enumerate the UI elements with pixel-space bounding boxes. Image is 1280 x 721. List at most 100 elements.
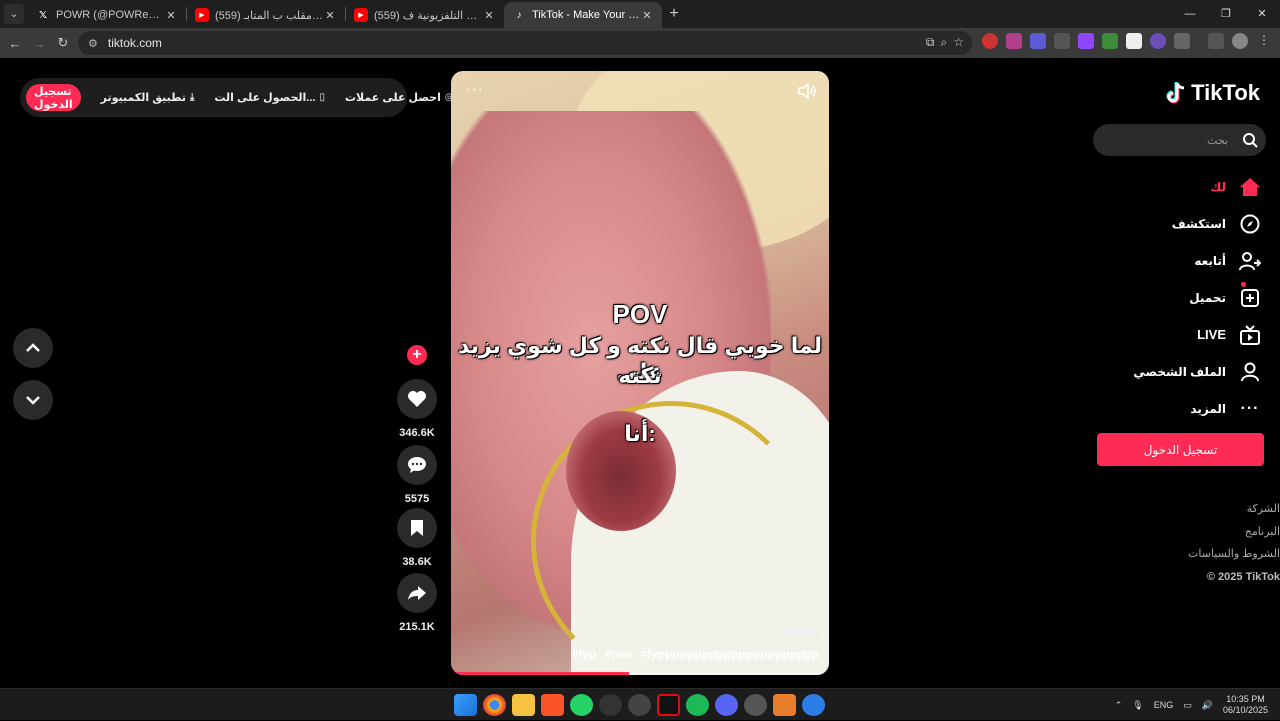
browser-menu-icon[interactable]: ⋮ — [1256, 33, 1272, 49]
volume-icon[interactable] — [797, 83, 817, 99]
sidebar-item-explore[interactable]: استكشف — [1112, 205, 1262, 242]
close-tab-icon[interactable]: ✕ — [482, 9, 496, 22]
reload-button[interactable]: ↻ — [51, 35, 75, 51]
netflix-icon[interactable] — [657, 694, 680, 716]
extension-icon[interactable] — [1006, 33, 1022, 49]
back-button[interactable]: ← — [3, 36, 27, 51]
save-count: 38.6K — [402, 556, 432, 568]
spotify-icon[interactable] — [686, 694, 709, 716]
zoom-icon[interactable]: ⌕ — [941, 35, 948, 50]
os-taskbar: ⌃ 🎙 ENG ▭ 🔊 10:35 PM 06/10/2025 — [0, 688, 1280, 720]
previous-video-button[interactable] — [13, 328, 53, 368]
sidebar-item-following[interactable]: أتابعه — [1112, 242, 1262, 279]
tab-tiktok[interactable]: ♪ TikTok - Make Your Day ✕ — [504, 2, 662, 28]
sidebar-item-more[interactable]: المزيد ··· — [1112, 390, 1262, 427]
share-button[interactable] — [397, 573, 437, 613]
close-tab-icon[interactable]: ✕ — [323, 9, 337, 22]
get-app-link[interactable]: الحصول على الت... ▯ — [214, 91, 325, 104]
comment-button[interactable] — [397, 445, 437, 485]
taskbar-apps — [454, 694, 825, 716]
tab-title: (559) مقلب المقابلة التلفزيونية ف — [374, 9, 482, 22]
system-tray: ⌃ 🎙 ENG ▭ 🔊 10:35 PM 06/10/2025 — [1115, 689, 1268, 721]
extension-icon[interactable] — [1078, 33, 1094, 49]
site-info-icon[interactable]: ⚙ — [88, 37, 98, 50]
video-player[interactable]: ··· POV لما خويي قال نكته و كل شوي يزيد … — [451, 71, 829, 675]
windows-start-icon[interactable] — [454, 694, 477, 716]
follow-plus-button[interactable]: + — [407, 345, 427, 365]
forward-button[interactable]: → — [27, 36, 51, 51]
tab-powr[interactable]: 𝕏 POWR (@POWReSports) / X ✕ — [28, 2, 186, 28]
sidebar-item-upload[interactable]: تحميل — [1112, 279, 1262, 316]
coins-link[interactable]: احصل على عملات ◎ — [345, 91, 454, 104]
desktop-app-label: تطبيق الكمبيوتر — [100, 92, 186, 104]
sidebar-item-label: استكشف — [1171, 216, 1226, 231]
app-icon[interactable] — [744, 694, 767, 716]
maximize-button[interactable]: ❐ — [1208, 0, 1244, 28]
hashtag-link[interactable]: #pov — [604, 647, 632, 661]
hashtag-link[interactable]: #fypppppppppppppppppppppp — [640, 647, 819, 661]
save-button[interactable] — [397, 508, 437, 548]
discord-icon[interactable] — [715, 694, 738, 716]
whatsapp-icon[interactable] — [570, 694, 593, 716]
extensions-puzzle-icon[interactable] — [1174, 33, 1190, 49]
video-author[interactable]: kiki10.0 — [779, 627, 819, 639]
bookmark-star-icon[interactable]: ☆ — [953, 35, 964, 50]
sidebar-item-for-you[interactable]: لك — [1112, 168, 1262, 205]
microphone-icon[interactable]: 🎙 — [1132, 700, 1143, 711]
extension-icon[interactable] — [1150, 33, 1166, 49]
footer-link-company[interactable]: الشركة — [1160, 498, 1280, 521]
tiktok-logo[interactable]: TikTok — [1165, 80, 1260, 106]
sidebar-item-live[interactable]: LIVE — [1112, 316, 1262, 353]
desktop-app-link[interactable]: تطبيق الكمبيوتر ⤓ — [101, 91, 195, 104]
extension-icon[interactable] — [1054, 33, 1070, 49]
next-video-button[interactable] — [13, 380, 53, 420]
address-bar[interactable]: ⚙ tiktok.com ⧉ ⌕ ☆ — [78, 31, 972, 55]
tab-youtube-1[interactable]: ▶ (559) كيف تسوي مقلب ب المتابـ ✕ — [187, 2, 345, 28]
search-icon[interactable] — [1242, 132, 1258, 148]
like-action: 346.6K — [397, 379, 437, 439]
sidebar-item-label: الملف الشخصي — [1133, 364, 1226, 379]
youtube-icon: ▶ — [354, 8, 368, 22]
sidebar-login-button[interactable]: تسجيل الدخول — [1097, 433, 1264, 466]
download-icon: ⤓ — [189, 92, 195, 103]
tiktok-note-icon — [1166, 82, 1185, 104]
tray-overflow-icon[interactable]: ⌃ — [1115, 700, 1123, 711]
chrome-icon[interactable] — [483, 694, 506, 716]
extension-icon[interactable] — [982, 33, 998, 49]
file-explorer-icon[interactable] — [512, 694, 535, 716]
footer-link-program[interactable]: البرنامج — [1160, 521, 1280, 544]
tab-youtube-2[interactable]: ▶ (559) مقلب المقابلة التلفزيونية ف ✕ — [346, 2, 504, 28]
volume-tray-icon[interactable]: 🔊 — [1202, 700, 1213, 711]
profile-avatar-icon[interactable] — [1232, 33, 1248, 49]
tab-search-button[interactable]: ⌄ — [4, 4, 24, 24]
new-tab-button[interactable]: + — [662, 5, 686, 23]
close-tab-icon[interactable]: ✕ — [640, 9, 654, 22]
extension-icon[interactable] — [1030, 33, 1046, 49]
search-input[interactable]: بحث — [1093, 124, 1266, 156]
extension-icon[interactable] — [1126, 33, 1142, 49]
app-icon[interactable] — [773, 694, 796, 716]
minimize-button[interactable]: — — [1172, 0, 1208, 28]
close-window-button[interactable]: ✕ — [1244, 0, 1280, 28]
brave-icon[interactable] — [541, 694, 564, 716]
close-tab-icon[interactable]: ✕ — [164, 9, 178, 22]
like-button[interactable] — [397, 379, 437, 419]
sidebar-item-profile[interactable]: الملف الشخصي — [1112, 353, 1262, 390]
hashtag-link[interactable]: #fyp — [572, 647, 597, 661]
install-app-icon[interactable]: ⧉ — [926, 35, 935, 50]
tab-title: POWR (@POWReSports) / X — [56, 9, 164, 21]
network-icon[interactable]: ▭ — [1183, 700, 1192, 711]
top-login-button[interactable]: تسجيل الدخول — [26, 84, 81, 111]
comment-count: 5575 — [404, 493, 430, 505]
clock[interactable]: 10:35 PM 06/10/2025 — [1223, 694, 1268, 716]
app-icon[interactable] — [599, 694, 622, 716]
more-options-icon[interactable]: ··· — [465, 81, 484, 99]
reading-list-icon[interactable] — [1208, 33, 1224, 49]
video-caption-line2: نكته — [618, 363, 662, 388]
app-icon[interactable] — [628, 694, 651, 716]
language-indicator[interactable]: ENG — [1154, 700, 1174, 710]
video-progress-bar[interactable] — [451, 672, 829, 675]
app-icon[interactable] — [802, 694, 825, 716]
footer-link-terms[interactable]: الشروط والسياسات — [1160, 543, 1280, 566]
extension-icon[interactable] — [1102, 33, 1118, 49]
